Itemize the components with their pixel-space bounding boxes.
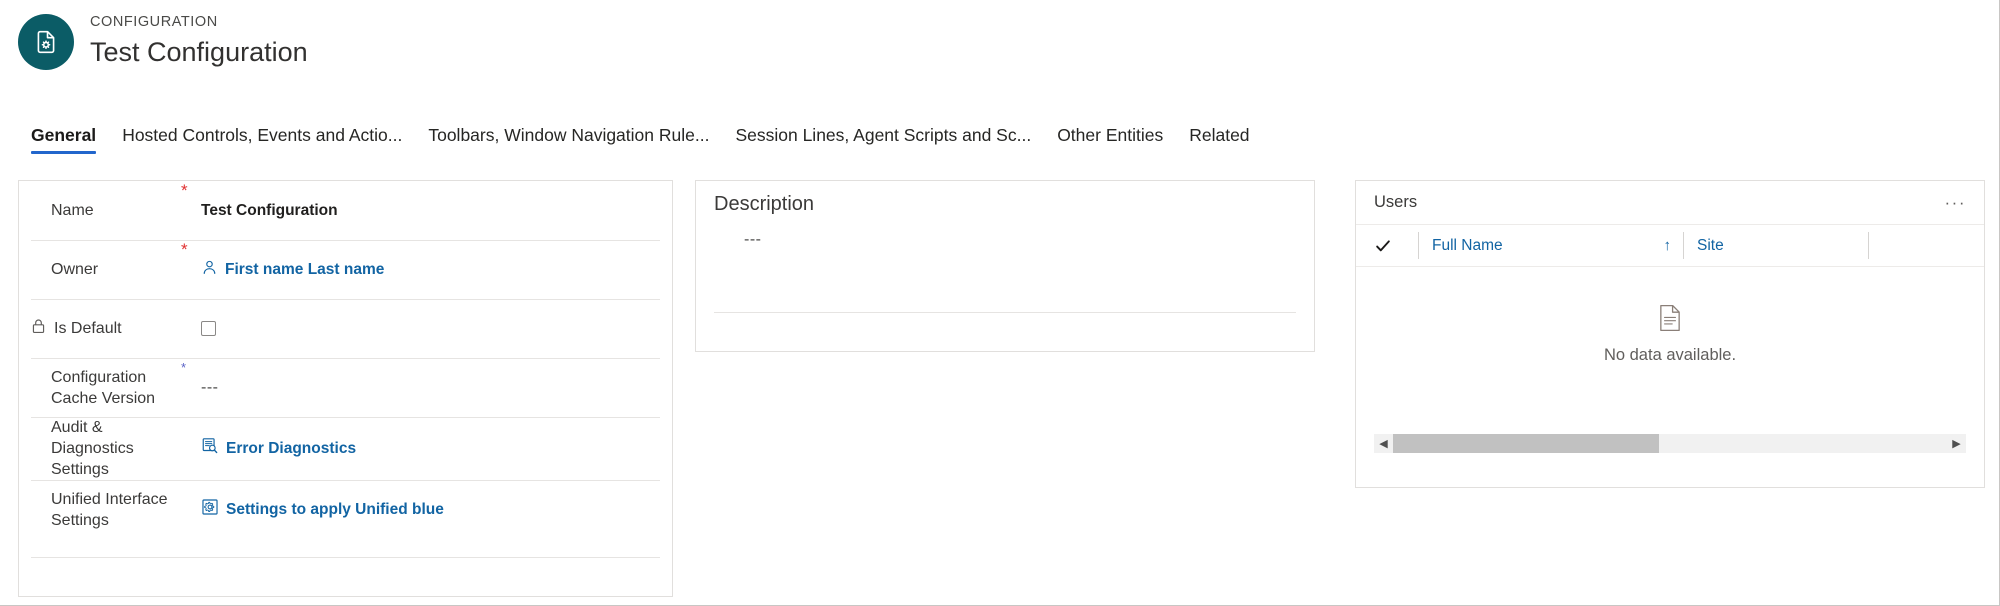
column-header-full-name[interactable]: Full Name ↑: [1418, 232, 1683, 259]
column-header-divider: [1868, 232, 1869, 259]
person-icon: [201, 259, 218, 281]
tab-session-lines[interactable]: Session Lines, Agent Scripts and Sc...: [722, 118, 1044, 156]
required-marker-audit-diagnostics: *: [181, 417, 195, 433]
tab-hosted-controls[interactable]: Hosted Controls, Events and Actio...: [109, 118, 415, 156]
field-row-unified-interface: Unified Interface Settings * Settings to…: [19, 480, 672, 539]
gear-box-icon: [201, 498, 219, 521]
users-subgrid-header: Users ···: [1356, 181, 1984, 224]
lock-icon: [31, 318, 46, 340]
scrollbar-thumb[interactable]: [1393, 434, 1659, 453]
unified-interface-settings-link[interactable]: Settings to apply Unified blue: [226, 501, 444, 519]
owner-lookup-link[interactable]: First name Last name: [225, 261, 384, 279]
error-diagnostics-link[interactable]: Error Diagnostics: [226, 440, 356, 458]
field-label-name-text: Name: [51, 202, 94, 219]
field-row-cache-version: Configuration Cache Version * ---: [19, 358, 672, 417]
column-header-full-name-label: Full Name: [1432, 236, 1503, 254]
field-label-cache-version-text: Configuration Cache Version: [51, 368, 156, 407]
users-grid-header-row: Full Name ↑ Site: [1356, 224, 1984, 267]
page-title: Test Configuration: [90, 37, 308, 67]
field-label-audit-diagnostics: Audit & Diagnostics Settings: [31, 417, 181, 480]
field-row-is-default: Is Default *: [19, 299, 672, 358]
record-header: CONFIGURATION Test Configuration: [0, 0, 1999, 90]
field-value-audit-diagnostics[interactable]: Error Diagnostics: [195, 437, 660, 460]
description-label: Description: [714, 193, 815, 215]
empty-state-text: No data available.: [1603, 346, 1737, 364]
field-row-owner: Owner * First name Last name: [19, 240, 672, 299]
description-value[interactable]: ---: [744, 231, 761, 249]
is-default-checkbox[interactable]: [201, 321, 216, 336]
field-label-is-default: Is Default: [31, 318, 181, 340]
field-value-cache-version[interactable]: ---: [195, 379, 660, 397]
field-label-cache-version: Configuration Cache Version: [31, 367, 181, 409]
form-bottom-divider: [31, 557, 660, 558]
required-marker-unified-interface: *: [181, 480, 195, 496]
column-header-site[interactable]: Site: [1683, 232, 1868, 259]
header-text-block: CONFIGURATION Test Configuration: [90, 13, 308, 68]
field-label-audit-diagnostics-text: Audit & Diagnostics Settings: [51, 419, 134, 478]
scrollbar-track[interactable]: [1393, 434, 1947, 453]
scroll-left-arrow-icon[interactable]: ◀: [1374, 437, 1393, 450]
field-value-name[interactable]: Test Configuration: [195, 202, 660, 220]
configuration-entity-icon: [18, 14, 74, 70]
field-label-owner: Owner: [31, 259, 181, 280]
tab-other-entities[interactable]: Other Entities: [1044, 118, 1176, 156]
tab-toolbars[interactable]: Toolbars, Window Navigation Rule...: [415, 118, 722, 156]
column-header-site-label: Site: [1697, 236, 1724, 254]
required-marker-name: *: [181, 181, 188, 200]
required-marker-cache-version: *: [181, 360, 187, 375]
entity-type-label: CONFIGURATION: [90, 14, 218, 30]
users-subgrid-panel: Users ··· Full Name ↑ Site No data avail…: [1355, 180, 1985, 488]
tab-general[interactable]: General: [18, 118, 109, 156]
field-value-is-default: [195, 321, 660, 336]
document-search-icon: [201, 437, 219, 460]
select-all-checkmark-icon[interactable]: [1374, 237, 1418, 255]
empty-document-icon: [1658, 304, 1682, 337]
tab-related[interactable]: Related: [1176, 118, 1262, 156]
field-row-audit-diagnostics: Audit & Diagnostics Settings *: [19, 417, 672, 480]
description-panel: Description ---: [695, 180, 1315, 352]
general-form-panel: Name * Test Configuration Owner * First …: [18, 180, 673, 597]
field-label-unified-interface-text: Unified Interface Settings: [51, 490, 168, 529]
description-underline: [714, 312, 1296, 313]
app-window: CONFIGURATION Test Configuration General…: [0, 0, 2000, 606]
scroll-right-arrow-icon[interactable]: ▶: [1947, 437, 1966, 450]
field-row-name: Name * Test Configuration: [19, 181, 672, 240]
users-subgrid-title: Users: [1374, 193, 1418, 211]
field-label-name: Name: [31, 200, 181, 221]
field-label-owner-text: Owner: [51, 261, 99, 278]
field-label-unified-interface: Unified Interface Settings: [31, 489, 181, 531]
more-options-icon[interactable]: ···: [1945, 194, 1966, 211]
field-label-is-default-text: Is Default: [54, 319, 122, 337]
required-marker-is-default: *: [181, 299, 195, 315]
users-grid-empty-state: No data available.: [1356, 267, 1984, 402]
sort-ascending-icon[interactable]: ↑: [1664, 237, 1672, 254]
field-value-owner[interactable]: First name Last name: [195, 259, 660, 281]
required-marker-owner: *: [181, 240, 188, 259]
form-tab-bar: General Hosted Controls, Events and Acti…: [0, 118, 1999, 164]
field-value-unified-interface[interactable]: Settings to apply Unified blue: [195, 498, 660, 521]
form-field-list: Name * Test Configuration Owner * First …: [19, 181, 672, 539]
users-grid-horizontal-scrollbar[interactable]: ◀ ▶: [1374, 434, 1966, 453]
